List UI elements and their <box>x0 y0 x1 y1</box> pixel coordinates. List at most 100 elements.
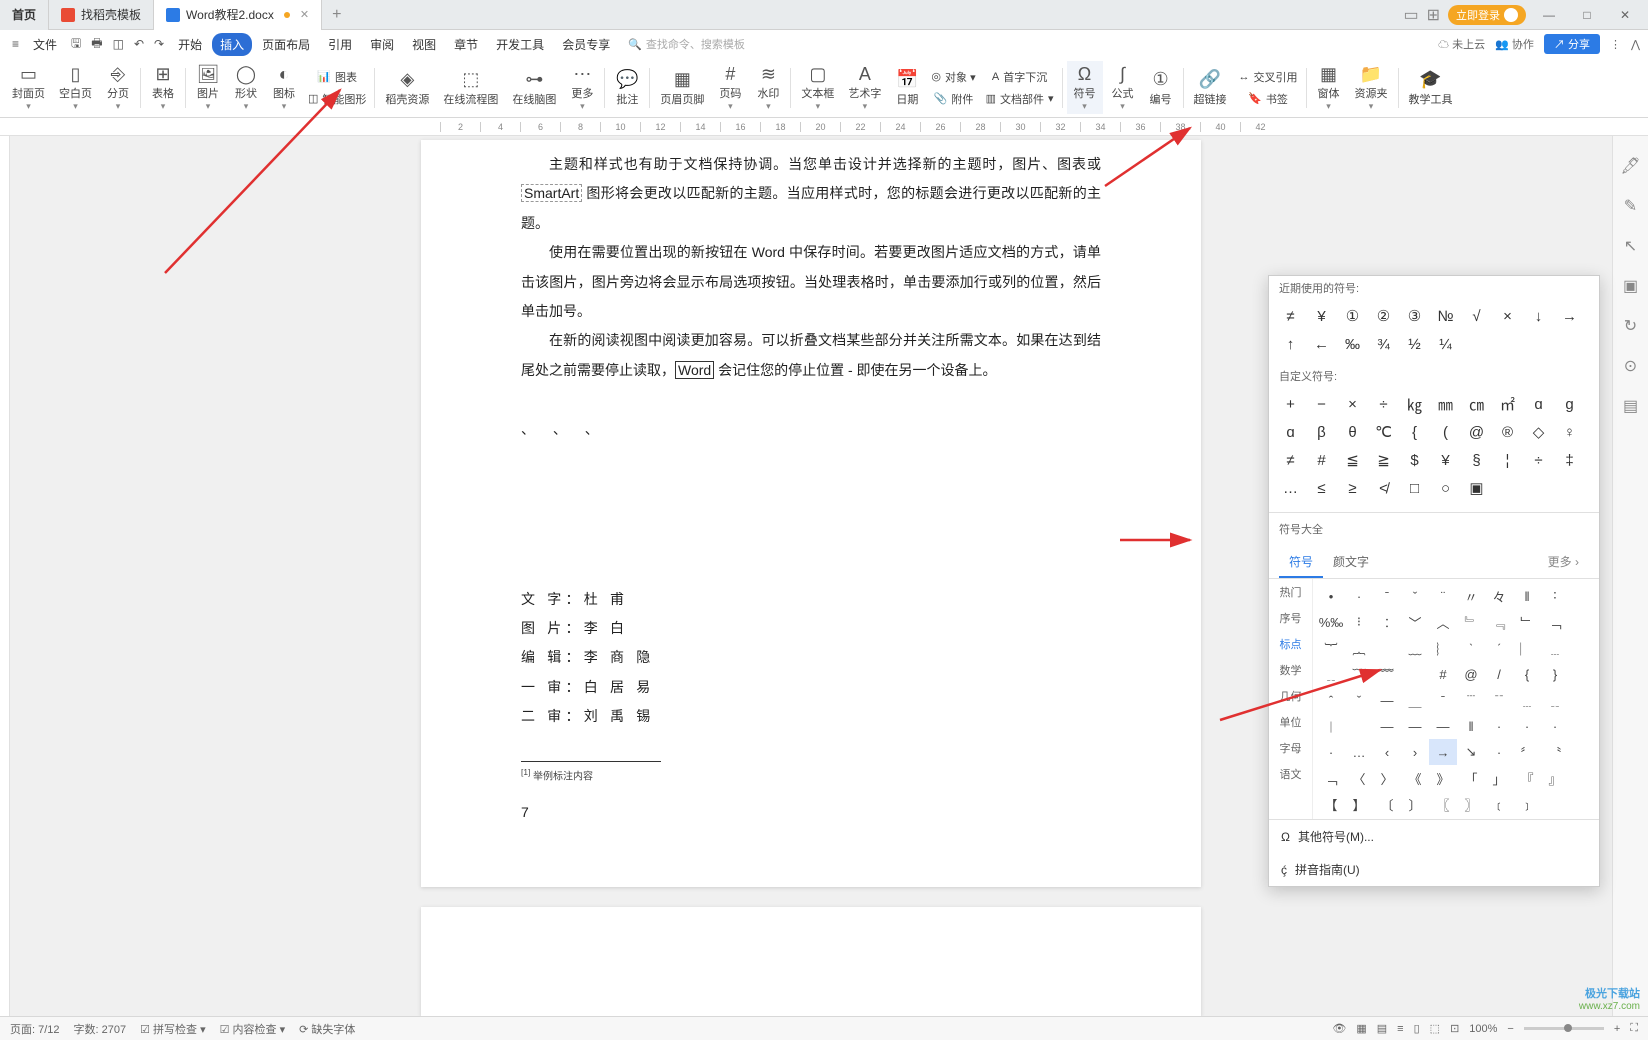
ribbon-wordart[interactable]: A艺术字▾ <box>842 61 887 114</box>
ribbon-docer[interactable]: ◈稻壳资源 <box>379 67 435 109</box>
symbol-item[interactable]: ﹊ <box>1485 687 1513 713</box>
zoom-fit-icon[interactable]: ⊡ <box>1450 1022 1459 1035</box>
symbol-cell[interactable]: ≦ <box>1337 446 1368 474</box>
symbol-item[interactable]: ⁝ <box>1345 609 1373 635</box>
symbol-item[interactable] <box>1345 713 1373 739</box>
symbol-item[interactable]: ¨ <box>1429 583 1457 609</box>
symbol-item[interactable]: ‹ <box>1373 739 1401 765</box>
symbol-item[interactable]: 「 <box>1457 765 1485 791</box>
menu-section[interactable]: 章节 <box>446 33 486 56</box>
symbol-item[interactable]: · <box>1485 713 1513 739</box>
vertical-ruler[interactable] <box>0 136 10 1016</box>
footnote[interactable]: [1] 举例标注内容 <box>521 764 1101 787</box>
symbol-item[interactable]: ﹁ <box>1317 765 1345 791</box>
print-preview-icon[interactable]: ◫ <box>109 35 128 53</box>
symbol-item[interactable]: 〈 <box>1345 765 1373 791</box>
symbol-item[interactable]: 〃 <box>1457 583 1485 609</box>
close-window-button[interactable]: ✕ <box>1610 8 1640 22</box>
symbol-item[interactable]: 〗 <box>1457 791 1485 817</box>
symbol-item[interactable]: 〉 <box>1373 765 1401 791</box>
grid-icon[interactable]: ⊞ <box>1427 5 1440 25</box>
symbol-cell[interactable]: # <box>1306 446 1337 474</box>
symbol-item[interactable]: 〖 <box>1429 791 1457 817</box>
symbol-item[interactable]: · <box>1345 583 1373 609</box>
symbol-cell[interactable]: ㎏ <box>1399 390 1430 418</box>
symbol-item[interactable]: ﹄ <box>1457 609 1485 635</box>
symbol-item[interactable]: } <box>1541 661 1569 687</box>
symbol-cell[interactable]: ɑ <box>1523 390 1554 418</box>
collapse-ribbon-icon[interactable]: ⋀ <box>1631 38 1640 51</box>
symbol-item[interactable]: · <box>1513 713 1541 739</box>
view-read-icon[interactable]: 👁 <box>1332 1022 1346 1035</box>
ribbon-number[interactable]: ①编号 <box>1143 67 1179 109</box>
symbol-item[interactable]: · <box>1317 739 1345 765</box>
ribbon-chart[interactable]: 📊图表 <box>304 67 370 87</box>
menu-start[interactable]: 开始 <box>170 33 210 56</box>
ribbon-blank-page[interactable]: ▯空白页▾ <box>53 61 98 114</box>
view-outline-icon[interactable]: ≡ <box>1397 1023 1403 1035</box>
reader-icon[interactable]: ▤ <box>1623 396 1638 416</box>
print-icon[interactable]: 🖶 <box>87 32 106 57</box>
symbol-item[interactable]: ︰ <box>1373 609 1401 635</box>
symbol-item[interactable]: ˆ <box>1317 687 1345 713</box>
close-tab-icon[interactable]: ✕ <box>300 8 309 21</box>
ribbon-crossref[interactable]: ↔交叉引用 <box>1235 67 1302 87</box>
symbol-cell[interactable]: ½ <box>1399 330 1430 358</box>
symbol-item[interactable]: { <box>1513 661 1541 687</box>
view-web-icon[interactable]: ▤ <box>1377 1022 1387 1035</box>
cursor-tool-icon[interactable]: ↖ <box>1624 236 1637 256</box>
symbol-category[interactable]: 几何 <box>1269 683 1312 709</box>
ribbon-page-number[interactable]: #页码▾ <box>712 61 748 114</box>
credit-line[interactable]: 一 审：白 居 易 <box>521 673 1101 702</box>
symbol-category[interactable]: 数学 <box>1269 657 1312 683</box>
symbol-item[interactable]: 〕 <box>1401 791 1429 817</box>
credit-line[interactable]: 文 字：杜 甫 <box>521 585 1101 614</box>
symbol-category[interactable]: 语文 <box>1269 761 1312 787</box>
symbol-cell[interactable]: ㎜ <box>1430 390 1461 418</box>
location-icon[interactable]: ⊙ <box>1624 356 1637 376</box>
symbol-item[interactable]: — <box>1373 687 1401 713</box>
other-symbols-button[interactable]: Ω其他符号(M)... <box>1269 820 1599 853</box>
symbol-item[interactable]: ﹍ <box>1513 687 1541 713</box>
symbol-item[interactable]: ﹎ <box>1541 687 1569 713</box>
menu-review[interactable]: 审阅 <box>362 33 402 56</box>
paragraph[interactable]: 在新的阅读视图中阅读更加容易。可以折叠文档某些部分并关注所需文本。如果在达到结尾… <box>521 326 1101 385</box>
fullscreen-icon[interactable]: ⛶ <box>1630 1022 1638 1035</box>
symbol-item[interactable]: 」 <box>1485 765 1513 791</box>
symbol-item[interactable] <box>1401 661 1429 687</box>
share-button[interactable]: ↗ 分享 <box>1544 34 1600 54</box>
symbol-item[interactable]: — <box>1373 713 1401 739</box>
symbol-item[interactable]: @ <box>1457 661 1485 687</box>
symbol-cell[interactable]: ↑ <box>1275 330 1306 358</box>
symbol-cell[interactable]: ℃ <box>1368 418 1399 446</box>
zoom-in-button[interactable]: + <box>1614 1023 1620 1035</box>
symbol-cell[interactable]: { <box>1399 418 1430 446</box>
menu-file[interactable]: 文件 <box>25 33 65 56</box>
undo-icon[interactable]: ↶ <box>130 35 148 53</box>
symbol-item[interactable]: • <box>1317 583 1345 609</box>
symbol-cell[interactable]: − <box>1306 390 1337 418</box>
symbol-cell[interactable]: ≥ <box>1337 474 1368 502</box>
symbol-cell[interactable]: → <box>1554 302 1585 330</box>
symbol-item[interactable]: ︸ <box>1317 635 1345 661</box>
paragraph[interactable]: 使用在需要位置出现的新按钮在 Word 中保存时间。若要更改图片适应文档的方式，… <box>521 238 1101 326</box>
symbol-cell[interactable]: ɑ <box>1275 418 1306 446</box>
view-focus-icon[interactable]: ▯ <box>1414 1022 1420 1035</box>
symbol-item[interactable]: ˉ <box>1429 687 1457 713</box>
pinyin-guide-button[interactable]: ḉ拼音指南(U) <box>1269 853 1599 886</box>
symbol-item[interactable]: ↘ <box>1457 739 1485 765</box>
symbol-cell[interactable]: @ <box>1461 418 1492 446</box>
highlight-tool-icon[interactable]: ✎ <box>1624 196 1637 216</box>
symbol-item[interactable]: 〝 <box>1541 739 1569 765</box>
symbol-item[interactable]: ﹂ <box>1513 609 1541 635</box>
credit-line[interactable]: 编 辑：李 商 隐 <box>521 643 1101 672</box>
status-word-count[interactable]: 字数: 2707 <box>74 1021 127 1037</box>
zoom-slider[interactable] <box>1524 1027 1604 1030</box>
symbol-item[interactable] <box>1373 635 1401 661</box>
symbol-cell[interactable]: ÷ <box>1368 390 1399 418</box>
symbol-cell[interactable]: ¥ <box>1430 446 1461 474</box>
symbol-item[interactable]: / <box>1485 661 1513 687</box>
symbol-category[interactable]: 字母 <box>1269 735 1312 761</box>
symbol-item[interactable]: ﹋ <box>1345 661 1373 687</box>
symbol-cell[interactable]: ≮ <box>1368 474 1399 502</box>
